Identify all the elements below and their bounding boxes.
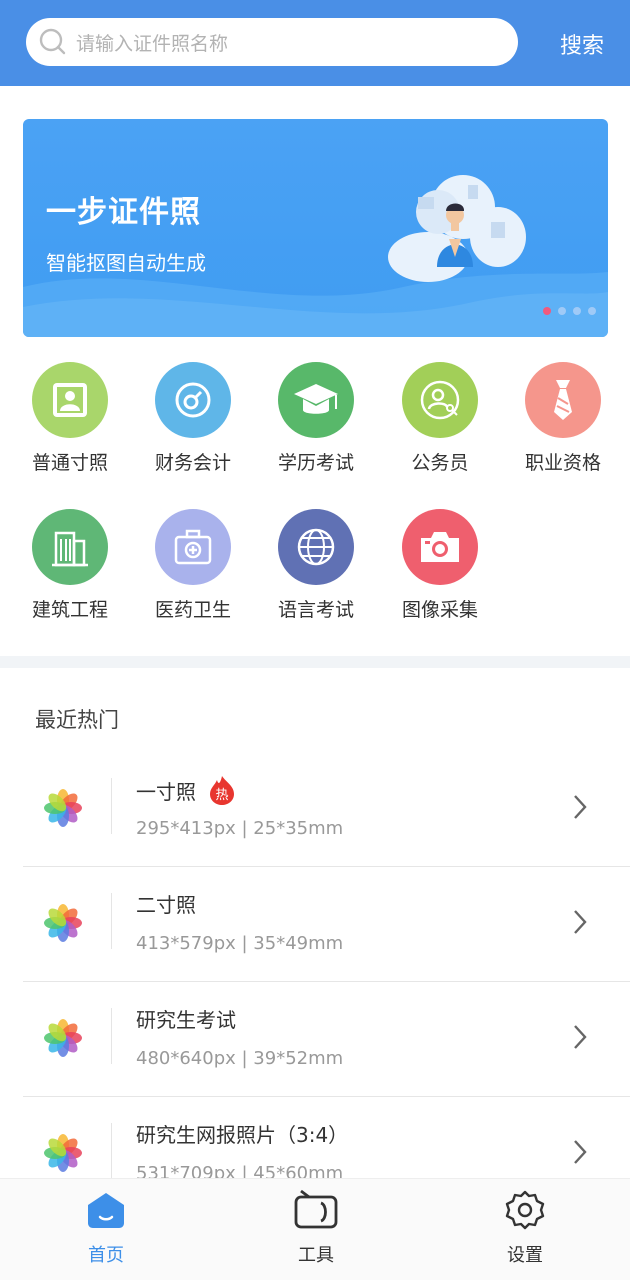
settings-gear-icon (505, 1190, 545, 1230)
search-input[interactable]: 请输入证件照名称 (26, 18, 518, 66)
list-item[interactable]: 二寸照 413*579px | 35*49mm (23, 867, 630, 982)
separator (111, 1008, 112, 1064)
id-card-icon (32, 362, 108, 438)
tab-label: 首页 (88, 1245, 124, 1266)
search-placeholder: 请输入证件照名称 (76, 32, 229, 55)
separator (111, 1123, 112, 1179)
separator (111, 778, 112, 834)
tab-tools[interactable]: 工具 (256, 1189, 376, 1267)
search-icon (39, 28, 66, 55)
tab-home[interactable]: 首页 (46, 1189, 166, 1267)
banner-dot[interactable] (588, 307, 596, 315)
item-name-row: 二寸照 (136, 889, 196, 918)
list-item[interactable]: 一寸照 热 295*413px | 25*35mm (23, 752, 630, 867)
camera-icon (402, 509, 478, 585)
category-item[interactable]: 图像采集 (385, 509, 495, 622)
category-label: 财务会计 (154, 452, 231, 474)
tab-settings[interactable]: 设置 (465, 1189, 585, 1267)
promo-banner[interactable]: 一步证件照 智能抠图自动生成 (23, 119, 608, 337)
globe-icon (278, 509, 354, 585)
building-icon (32, 509, 108, 585)
item-name: 二寸照 (136, 893, 196, 917)
section-divider (0, 656, 630, 668)
list-item[interactable]: 研究生考试 480*640px | 39*52mm (23, 982, 630, 1097)
bottom-nav: 首页 工具 设置 (0, 1178, 630, 1280)
chevron-right-icon (574, 795, 587, 819)
top-bar: 请输入证件照名称 搜索 (0, 0, 630, 86)
search-button[interactable]: 搜索 (560, 28, 604, 60)
photos-flower-icon (44, 1019, 82, 1057)
category-label: 语言考试 (277, 599, 354, 621)
category-item[interactable]: 语言考试 (261, 509, 371, 622)
tab-label: 设置 (507, 1245, 543, 1266)
photos-flower-icon (44, 1134, 82, 1172)
banner-dot[interactable] (543, 307, 551, 315)
tools-icon (294, 1189, 338, 1229)
item-name: 一寸照 (136, 779, 196, 804)
item-dimensions: 295*413px | 25*35mm (136, 818, 344, 839)
category-label: 医药卫生 (154, 599, 231, 621)
item-dimensions: 413*579px | 35*49mm (136, 933, 344, 954)
hot-badge: 热 (210, 776, 234, 805)
category-label: 图像采集 (401, 599, 478, 621)
category-item[interactable]: 学历考试 (261, 362, 371, 475)
item-name: 研究生考试 (136, 1008, 236, 1032)
category-label: 普通寸照 (31, 452, 108, 474)
chevron-right-icon (574, 1140, 587, 1164)
separator (111, 893, 112, 949)
category-item[interactable]: 医药卫生 (138, 509, 248, 622)
item-dimensions: 480*640px | 39*52mm (136, 1048, 344, 1069)
item-name-row: 研究生网报照片（3:4） (136, 1119, 348, 1148)
category-label: 公务员 (411, 452, 469, 474)
person-illustration (388, 175, 526, 282)
category-label: 学历考试 (277, 452, 354, 474)
banner-dot[interactable] (573, 307, 581, 315)
banner-subtitle: 智能抠图自动生成 (46, 251, 206, 275)
photos-flower-icon (44, 904, 82, 942)
item-name-row: 一寸照 热 (136, 774, 238, 806)
category-label: 职业资格 (524, 452, 601, 474)
category-item[interactable]: 普通寸照 (15, 362, 125, 475)
category-item[interactable]: 财务会计 (138, 362, 248, 475)
photos-flower-icon (44, 789, 82, 827)
tab-label: 工具 (298, 1245, 334, 1266)
finance-icon (155, 362, 231, 438)
category-label: 建筑工程 (31, 599, 108, 621)
user-key-icon (402, 362, 478, 438)
chevron-right-icon (574, 910, 587, 934)
graduation-cap-icon (278, 362, 354, 438)
chevron-right-icon (574, 1025, 587, 1049)
category-item[interactable]: 建筑工程 (15, 509, 125, 622)
banner-pagination (543, 307, 596, 315)
recent-section-title: 最近热门 (35, 708, 119, 732)
item-name-row: 研究生考试 (136, 1004, 236, 1033)
hot-badge-label: 热 (215, 788, 228, 803)
banner-title: 一步证件照 (46, 195, 201, 230)
banner-dot[interactable] (558, 307, 566, 315)
medical-kit-icon (155, 509, 231, 585)
home-icon (88, 1193, 124, 1228)
category-item[interactable]: 职业资格 (508, 362, 618, 475)
tie-icon (525, 362, 601, 438)
item-name: 研究生网报照片（3:4） (136, 1123, 349, 1147)
category-item[interactable]: 公务员 (385, 362, 495, 475)
